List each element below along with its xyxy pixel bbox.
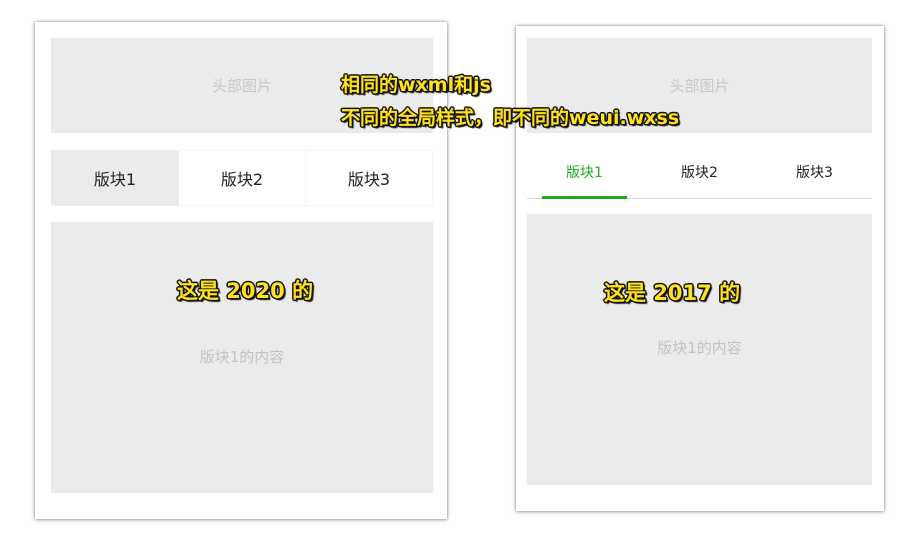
annotation-2020: 这是 2020 的 (177, 279, 314, 303)
tab-content-panel: 版块1的内容 (527, 214, 872, 485)
annotation-2017: 这是 2017 的 (604, 281, 741, 305)
tab-content-panel: 版块1的内容 (51, 222, 433, 493)
annotation-same-wxml-js: 相同的wxml和js (341, 74, 491, 96)
tab-block-2[interactable]: 版块2 (642, 148, 757, 198)
tab-block-3[interactable]: 版块3 (757, 148, 872, 198)
header-image-label: 头部图片 (211, 77, 272, 95)
phone-screen-2017: 头部图片 版块1 版块2 版块3 版块1的内容 (516, 26, 884, 511)
tab-bar-2017: 版块1 版块2 版块3 (527, 148, 872, 199)
tab-bar-2020: 版块1 版块2 版块3 (51, 150, 433, 206)
tab-block-1[interactable]: 版块1 (51, 150, 179, 206)
tab-content-text: 版块1的内容 (657, 339, 742, 357)
annotation-different-style: 不同的全局样式，即不同的weui.wxss (341, 107, 680, 129)
tab-content-text: 版块1的内容 (199, 348, 285, 366)
tab-block-2[interactable]: 版块2 (179, 150, 306, 206)
header-image-label: 头部图片 (669, 77, 730, 95)
tab-block-1[interactable]: 版块1 (527, 148, 642, 199)
tab-block-3[interactable]: 版块3 (306, 150, 433, 206)
